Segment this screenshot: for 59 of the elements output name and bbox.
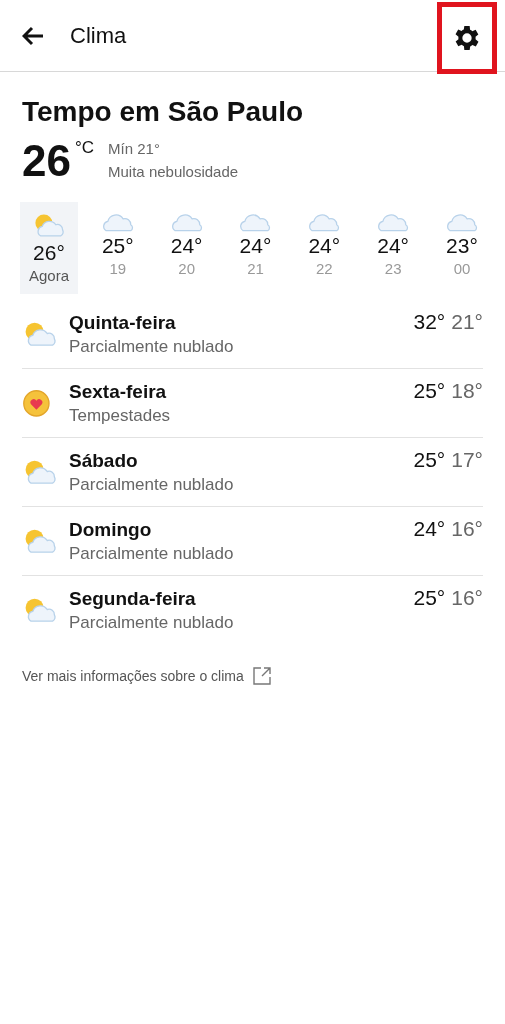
high-temperature: 24° [413,517,446,542]
high-temperature: 25° [413,586,446,611]
hour-label: Agora [29,267,69,285]
high-temperature: 25° [413,448,446,473]
cloud-icon [169,212,204,233]
hourly-temperature: 24° [308,234,341,259]
day-condition: Parcialmente nublado [69,474,235,495]
hourly-temperature: 26° [33,241,65,266]
hourly-forecast-item[interactable]: 24° 23 [364,202,423,295]
day-condition: Parcialmente nublado [69,336,235,357]
more-info-link[interactable]: Ver mais informações sobre o clima [22,668,244,685]
low-temperature: 21° [451,310,483,335]
hourly-temperature: 25° [101,234,134,259]
day-condition: Parcialmente nublado [69,612,235,633]
hourly-forecast-item[interactable]: 25° 19 [88,202,147,295]
hourly-forecast-item[interactable]: 24° 22 [295,202,354,295]
hour-label: 00 [453,260,471,278]
hour-label: 20 [178,260,195,278]
day-name: Sábado [69,449,139,472]
high-temperature: 32° [413,310,446,335]
cloud-icon [100,212,135,233]
min-temperature: Mín 21° [108,140,161,157]
page-title: Clima [70,22,128,49]
day-name: Domingo [69,518,153,541]
low-temperature: 17° [451,448,483,473]
day-name: Sexta-feira [69,380,168,403]
low-temperature: 18° [451,379,483,404]
cloud-icon [238,212,273,233]
hourly-temperature: 24° [377,234,409,259]
current-condition: Muita nebulosidade [108,163,239,180]
hour-label: 21 [247,260,264,278]
external-link-icon [251,666,272,687]
back-button[interactable] [22,25,44,46]
cloud-icon [444,212,479,233]
day-name: Quinta-feira [69,311,177,334]
hourly-forecast-item[interactable]: 24° 20 [157,202,216,295]
day-name: Segunda-feira [69,587,197,610]
hour-label: 19 [109,260,127,278]
cloud-icon [376,212,411,233]
location-title: Tempo em São Paulo [22,96,305,128]
temperature-unit: °C [74,138,95,158]
high-temperature: 25° [413,379,446,404]
hour-label: 23 [384,260,402,278]
heart-face-icon [22,388,51,418]
cloud-icon [307,212,342,233]
hourly-forecast-item[interactable]: 26° Agora [20,202,78,295]
current-temperature: 26 [22,138,71,184]
day-condition: Parcialmente nublado [69,543,235,564]
settings-button[interactable] [437,1,497,74]
back-arrow-icon [22,25,44,46]
hourly-temperature: 23° [446,234,478,259]
low-temperature: 16° [451,517,483,542]
hourly-temperature: 24° [239,234,272,259]
hourly-forecast-item[interactable]: 23° 00 [432,202,491,295]
low-temperature: 16° [451,586,483,611]
hourly-temperature: 24° [170,234,203,259]
day-condition: Tempestades [69,405,172,426]
hourly-forecast-item[interactable]: 24° 21 [226,202,285,295]
hour-label: 22 [315,260,333,278]
